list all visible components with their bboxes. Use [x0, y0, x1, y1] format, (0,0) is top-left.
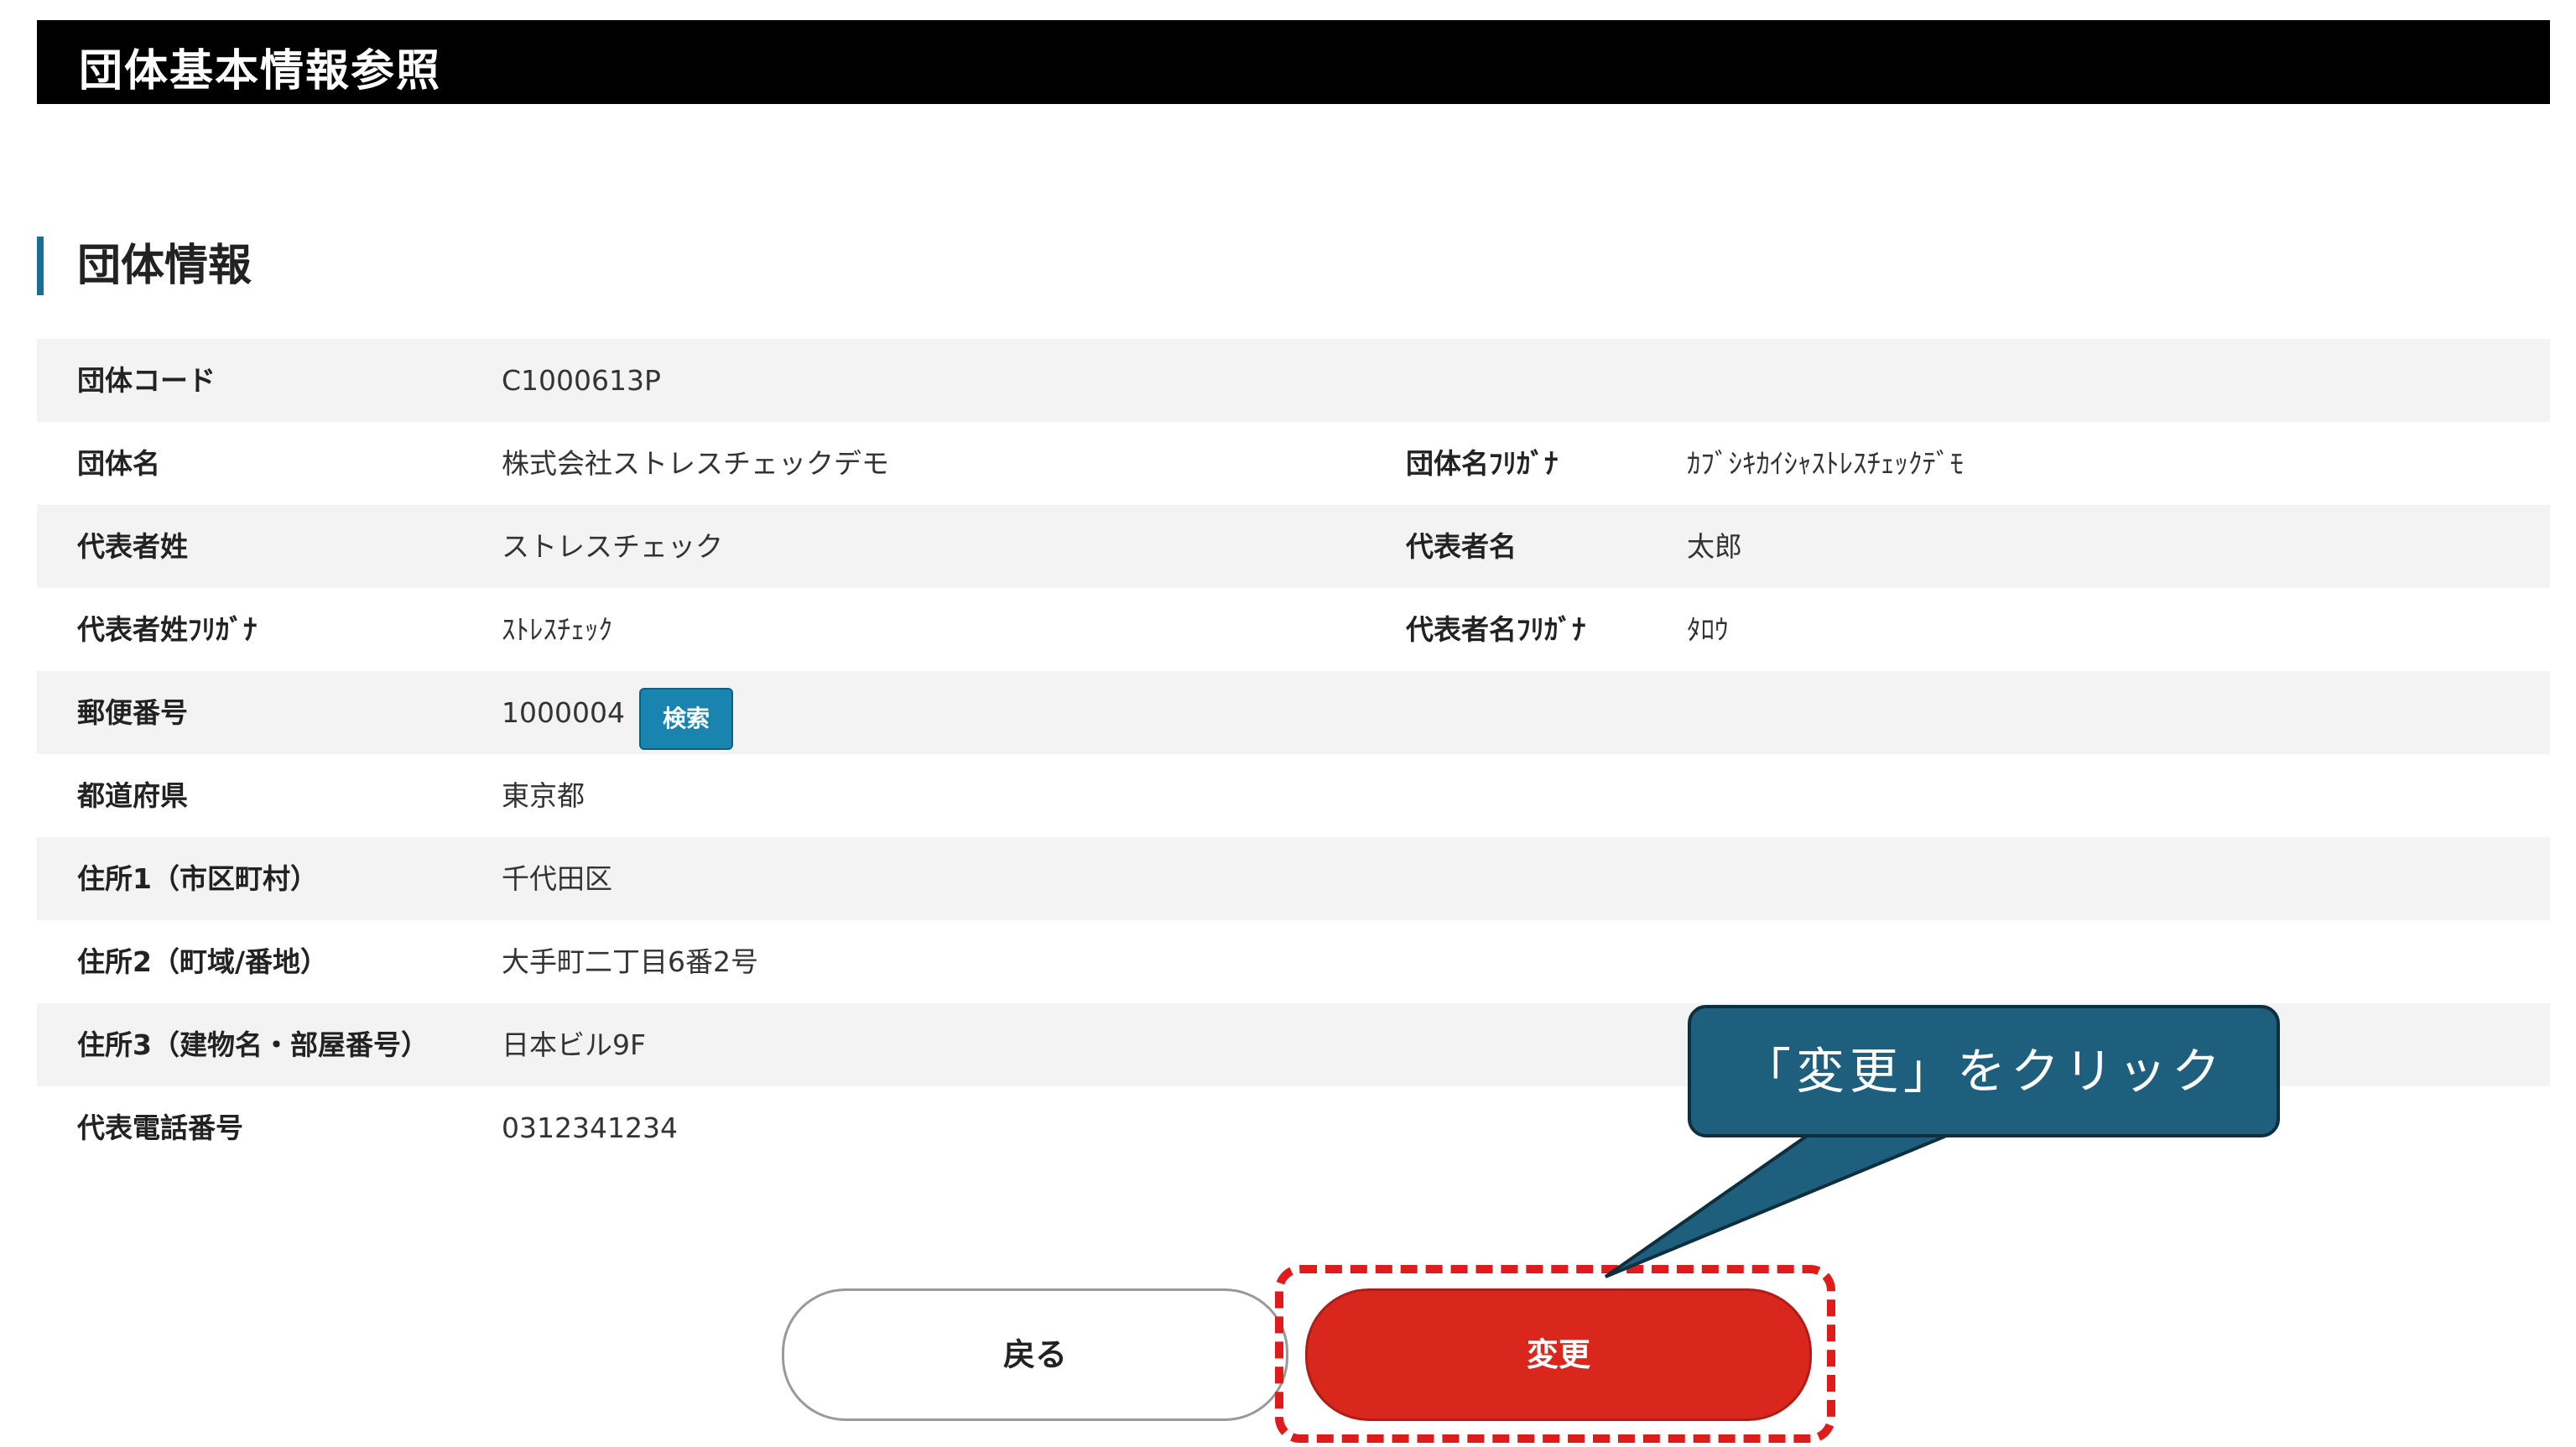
field-value: ストレスチェック [502, 530, 723, 563]
table-row: 団体コード C1000613P [37, 339, 2550, 422]
page-title: 団体基本情報参照 [79, 46, 442, 96]
field-label: 代表者名ﾌﾘｶﾞﾅ [1406, 613, 1586, 646]
field-value: 日本ビル9F [502, 1028, 646, 1061]
field-label: 都道府県 [77, 779, 188, 812]
table-row: 団体名 株式会社ストレスチェックデモ 団体名ﾌﾘｶﾞﾅ ｶﾌﾞｼｷｶｲｼｬｽﾄﾚ… [37, 422, 2550, 505]
field-value: 1000004 [502, 696, 625, 729]
field-value: 0312341234 [502, 1111, 678, 1144]
table-row: 代表者姓 ストレスチェック 代表者名 太郎 [37, 505, 2550, 588]
field-label: 団体名 [77, 447, 160, 480]
field-value: 株式会社ストレスチェックデモ [502, 447, 889, 480]
field-label: 代表者姓ﾌﾘｶﾞﾅ [77, 613, 258, 646]
field-value: 太郎 [1687, 530, 1742, 563]
field-label: 団体コード [77, 364, 216, 397]
field-label: 住所1（市区町村） [77, 862, 318, 895]
page-header: 団体基本情報参照 [37, 20, 2550, 104]
field-label: 住所3（建物名・部屋番号） [77, 1028, 429, 1061]
field-value: 大手町二丁目6番2号 [502, 945, 758, 978]
section-title: 団体情報 [37, 237, 252, 295]
field-label: 郵便番号 [77, 696, 188, 729]
field-value: C1000613P [502, 364, 661, 397]
field-label: 団体名ﾌﾘｶﾞﾅ [1406, 447, 1559, 480]
highlight-frame [1275, 1265, 1835, 1443]
table-row: 代表者姓ﾌﾘｶﾞﾅ ｽﾄﾚｽﾁｪｯｸ 代表者名ﾌﾘｶﾞﾅ ﾀﾛｳ [37, 588, 2550, 671]
field-label: 代表者姓 [77, 530, 188, 563]
table-row: 郵便番号 1000004 検索 [37, 671, 2550, 754]
back-button[interactable]: 戻る [782, 1288, 1288, 1421]
field-value: ﾀﾛｳ [1687, 613, 1729, 646]
table-row: 都道府県 東京都 [37, 754, 2550, 837]
field-label: 住所2（町域/番地） [77, 945, 329, 978]
table-row: 住所1（市区町村） 千代田区 [37, 837, 2550, 920]
postal-search-button[interactable]: 検索 [639, 688, 733, 750]
instruction-callout: 「変更」をクリック [1688, 1005, 2280, 1137]
table-row: 住所2（町域/番地） 大手町二丁目6番2号 [37, 920, 2550, 1003]
field-label: 代表者名 [1406, 530, 1517, 563]
field-value: ｽﾄﾚｽﾁｪｯｸ [502, 613, 612, 646]
field-value: 東京都 [502, 779, 585, 812]
field-value: 千代田区 [502, 862, 612, 895]
field-value: ｶﾌﾞｼｷｶｲｼｬｽﾄﾚｽﾁｪｯｸﾃﾞﾓ [1687, 447, 1964, 480]
field-label: 代表電話番号 [77, 1111, 243, 1144]
